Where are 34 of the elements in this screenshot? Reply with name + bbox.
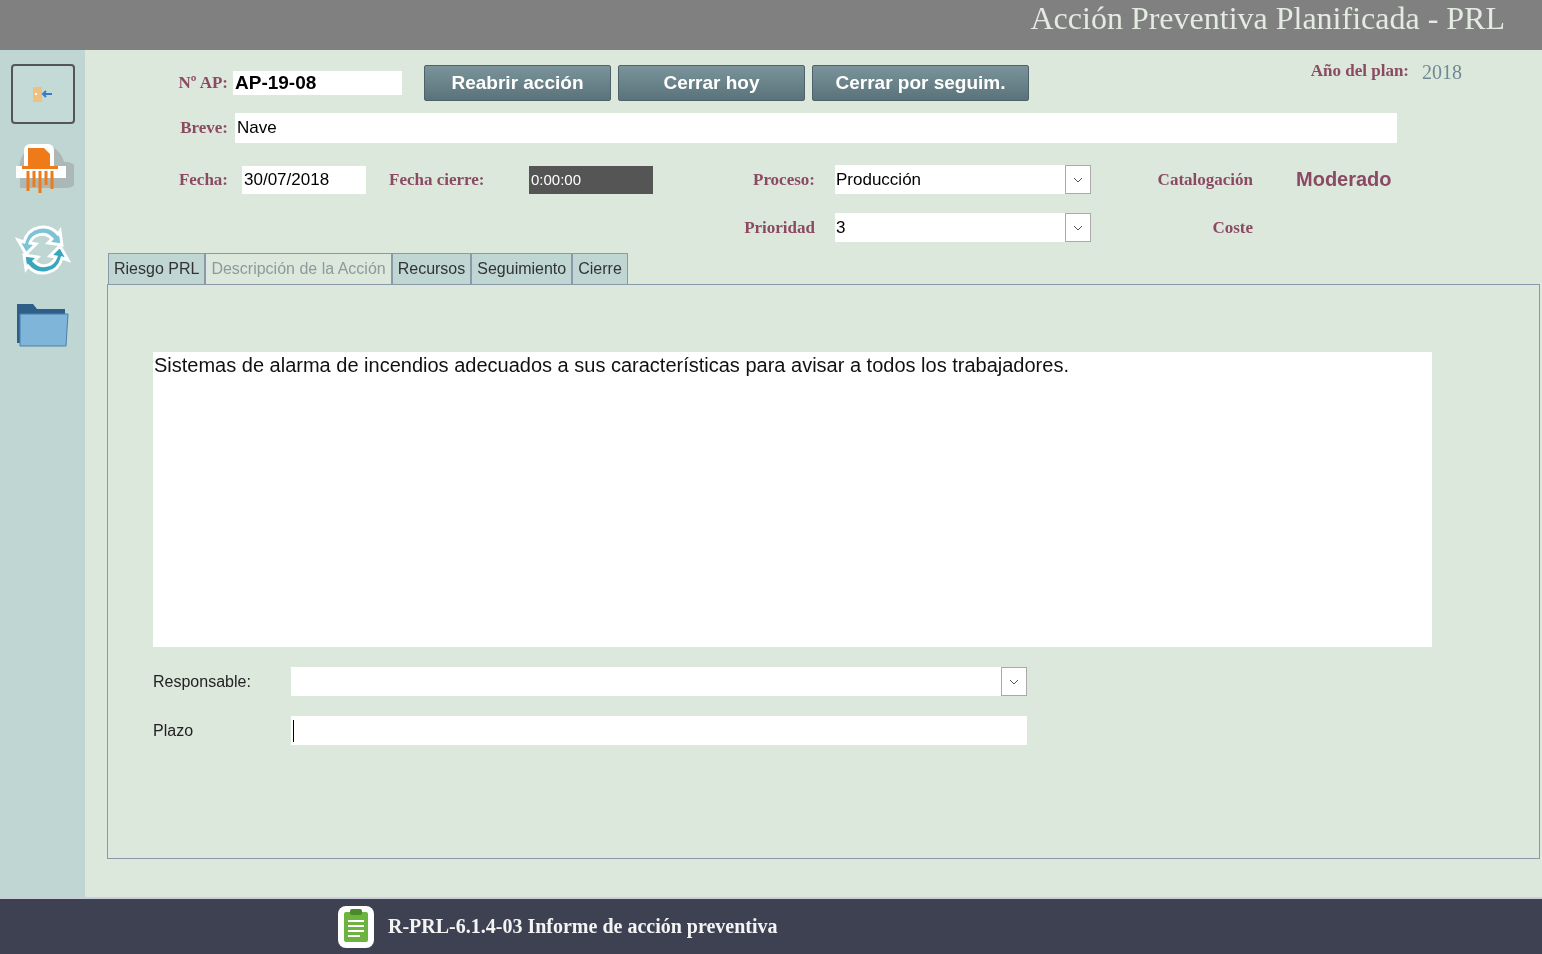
brief-field[interactable]: Nave [235,113,1397,143]
exit-button[interactable] [10,64,75,124]
chevron-down-icon [1073,176,1083,183]
deadline-field[interactable] [291,716,1027,745]
tab[interactable]: Riesgo PRL [108,253,206,284]
exit-door-icon [31,85,54,103]
chevron-down-icon [1073,224,1083,231]
brief-label: Breve: [179,118,228,138]
clipboard-icon [336,903,376,950]
date-label: Fecha: [177,169,228,190]
plan-year-label: Año del plan: [1310,61,1409,81]
description-textarea[interactable]: Sistemas de alarma de incendios adecuados a sus características para avisar a todos los trabajadores. [153,352,1432,647]
cataloging-label: Catalogación [1156,169,1253,190]
action-button[interactable]: Cerrar hoy [618,65,805,101]
action-button[interactable]: Cerrar por seguim. [812,65,1029,101]
close-date-field[interactable]: 0:00:00 [529,165,653,194]
report-link[interactable]: R-PRL-6.1.4-03 Informe de acción preventiva [388,915,778,938]
action-button[interactable]: Reabrir acción [424,65,611,101]
tab[interactable]: Recursos [391,253,472,284]
close-date-label: Fecha cierre: [389,169,486,190]
plan-year-value: 2018 [1422,61,1462,84]
tab[interactable]: Seguimiento [471,253,573,284]
priority-label: Prioridad [743,217,815,238]
deadline-label: Plazo [153,721,195,740]
tab[interactable]: Cierre [572,253,628,284]
cost-label: Coste [1211,217,1253,238]
process-label: Proceso: [752,169,815,190]
chevron-down-icon [1009,678,1019,685]
record-number-field[interactable]: AP-19-08 [233,71,402,95]
cataloging-value: Moderado [1296,168,1392,191]
date-field[interactable]: 30/07/2018 [242,165,366,194]
window-title: Acción Preventiva Planificada - PRL [1030,2,1505,34]
record-number-label: Nº AP: [177,73,228,93]
responsible-label: Responsable: [153,672,252,691]
